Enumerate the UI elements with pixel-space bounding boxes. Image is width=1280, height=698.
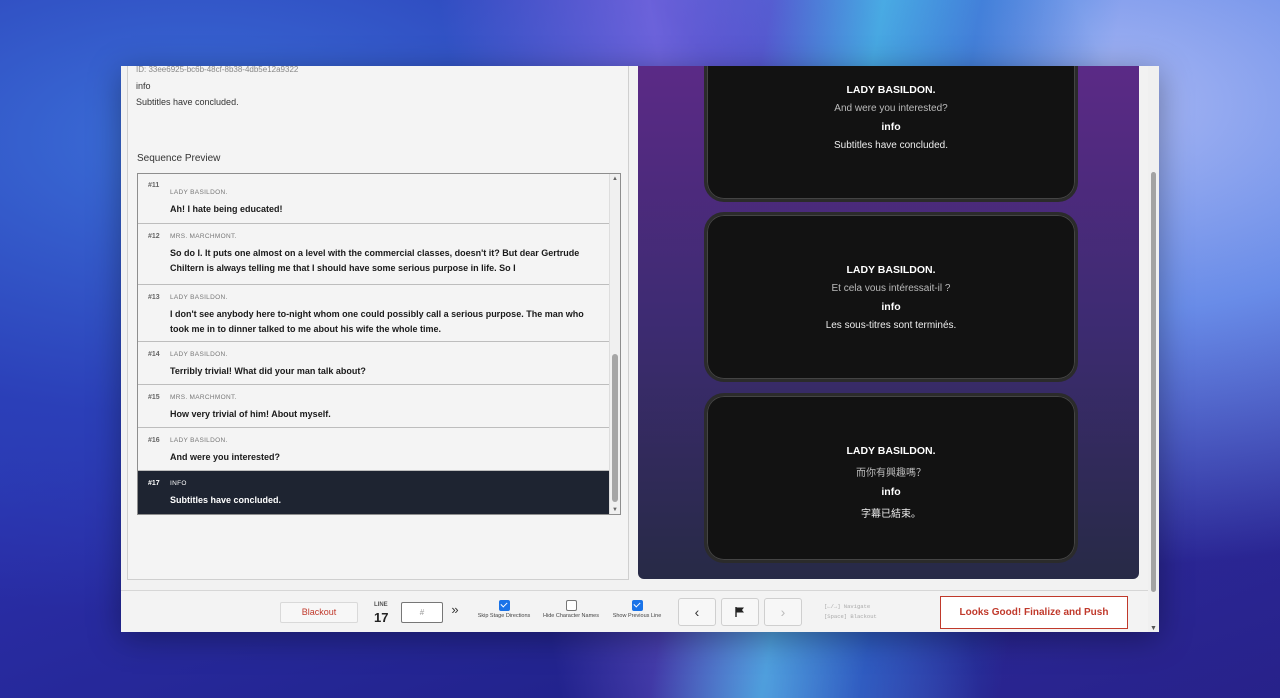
show-previous-line-toggle[interactable]: Show Previous Line [609,600,665,619]
current-line-number: 17 [374,610,389,625]
scroll-down-icon[interactable]: ▼ [612,507,618,513]
scroll-down-icon[interactable]: ▼ [1150,625,1157,632]
list-item[interactable]: #13 LADY BASILDON. I don't see anybody h… [138,285,610,342]
item-speaker: MRS. MARCHMONT. [170,233,237,240]
app-window: ID: 33ee6925-bc6b-48cf-8b38-4db5e12a9322… [121,66,1159,632]
scroll-up-icon[interactable]: ▲ [612,176,618,182]
checkbox-label: Show Previous Line [612,613,662,619]
flag-button[interactable] [721,598,759,626]
checkbox-label: Skip Stage Directions [477,613,531,619]
list-item-active[interactable]: #17 INFO Subtitles have concluded. [138,471,610,514]
preview-card-en: LADY BASILDON. And were you interested? … [704,66,1078,202]
bottom-toolbar: Blackout LINE 17 # » Skip Stage Directio… [121,590,1148,632]
preview-card-fr: LADY BASILDON. Et cela vous intéressait-… [704,212,1078,382]
keyboard-hints: [←/→] Navigate [Space] Blackout [824,602,877,622]
list-item[interactable]: #12 MRS. MARCHMONT. So do I. It puts one… [138,224,610,285]
line-label: LINE [374,602,388,608]
item-text: How very trivial of him! About myself. [170,409,331,419]
item-number: #16 [148,437,160,444]
card-subtitle: Les sous-titres sont terminés. [825,320,957,331]
sequence-scrollbar[interactable]: ▲ ▼ [609,174,620,514]
finalize-and-push-button[interactable]: Looks Good! Finalize and Push [940,596,1128,629]
card-speaker: LADY BASILDON. [846,84,936,96]
item-number: #15 [148,394,160,401]
card-info: info [881,301,901,313]
card-speaker: LADY BASILDON. [846,445,936,457]
item-text: I don't see anybody here to-night whom o… [170,309,584,334]
item-text: Terribly trivial! What did your man talk… [170,366,366,376]
card-line: Et cela vous intéressait-il ? [831,283,951,294]
item-number: #11 [148,182,160,189]
item-number: #12 [148,233,160,240]
checkbox-checked[interactable] [498,600,510,611]
checkbox-unchecked[interactable] [565,600,577,611]
item-number: #14 [148,351,160,358]
list-item[interactable]: #15 MRS. MARCHMONT. How very trivial of … [138,385,610,428]
item-number: #17 [148,480,160,487]
list-item[interactable]: #16 LADY BASILDON. And were you interest… [138,428,610,471]
skip-stage-directions-toggle[interactable]: Skip Stage Directions [475,600,533,619]
card-line: And were you interested? [834,103,948,114]
item-speaker: MRS. MARCHMONT. [170,394,237,401]
sequence-preview-title: Sequence Preview [137,153,221,164]
hint-blackout: [Space] Blackout [824,613,877,620]
card-subtitle: Subtitles have concluded. [834,140,948,151]
preview-panel: LADY BASILDON. And were you interested? … [638,66,1139,579]
item-speaker: LADY BASILDON. [170,351,228,358]
item-text: Ah! I hate being educated! [170,204,283,214]
window-scroll-thumb[interactable] [1151,172,1156,592]
checkbox-label: Hide Character Names [543,613,599,619]
window-scrollbar[interactable]: ▼ [1148,66,1159,632]
list-item[interactable]: #14 LADY BASILDON. Terribly trivial! Wha… [138,342,610,385]
chevron-right-icon: › [780,604,786,620]
blackout-button[interactable]: Blackout [280,602,358,623]
jump-icon[interactable]: » [447,600,463,620]
hide-character-names-toggle[interactable]: Hide Character Names [541,600,601,619]
line-id: ID: 33ee6925-bc6b-48cf-8b38-4db5e12a9322 [136,66,299,74]
next-line-button[interactable]: › [764,598,802,626]
item-text: Subtitles have concluded. [170,495,282,505]
item-text: So do I. It puts one almost on a level w… [170,248,580,273]
card-info: info [881,121,901,133]
card-info: info [881,486,901,498]
item-speaker: LADY BASILDON. [170,189,228,196]
item-text: And were you interested? [170,452,281,462]
item-number: #13 [148,294,160,301]
jump-to-line-input[interactable]: # [401,602,443,623]
hint-navigate: [←/→] Navigate [824,603,871,610]
item-speaker: LADY BASILDON. [170,437,228,444]
scroll-thumb[interactable] [612,354,618,502]
card-line: 而你有興趣嗎？ [856,468,926,479]
line-text: Subtitles have concluded. [136,97,239,107]
item-speaker: INFO [170,480,187,487]
card-subtitle: 字幕已結束。 [861,509,921,520]
chevron-left-icon: ‹ [694,604,700,620]
left-panel: ID: 33ee6925-bc6b-48cf-8b38-4db5e12a9322… [127,66,629,580]
current-line-meta: ID: 33ee6925-bc6b-48cf-8b38-4db5e12a9322… [136,66,298,110]
previous-line-button[interactable]: ‹ [678,598,716,626]
item-speaker: LADY BASILDON. [170,294,228,301]
list-item[interactable]: #11 LADY BASILDON. Ah! I hate being educ… [138,174,610,224]
flag-icon [735,607,744,617]
line-type: info [136,81,151,91]
card-speaker: LADY BASILDON. [846,264,936,276]
sequence-list[interactable]: #11 LADY BASILDON. Ah! I hate being educ… [137,173,621,515]
checkbox-checked[interactable] [631,600,643,611]
preview-card-zh: LADY BASILDON. 而你有興趣嗎？ info 字幕已結束。 [704,393,1078,563]
